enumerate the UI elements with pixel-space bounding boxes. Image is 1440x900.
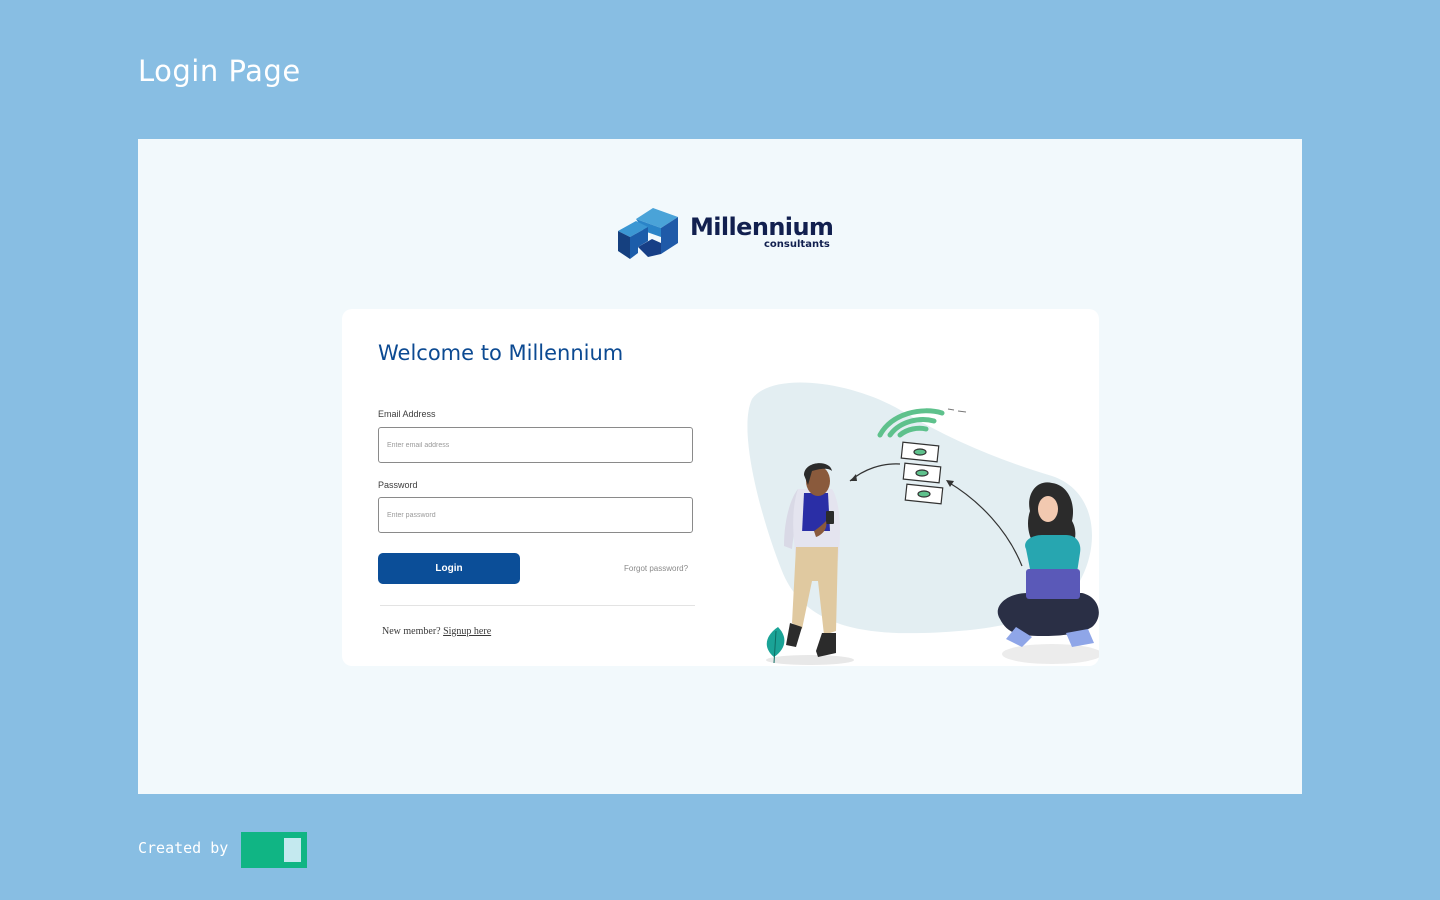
divider: [380, 605, 695, 606]
login-card: Welcome to Millennium Email Address Pass…: [342, 309, 1099, 666]
password-field[interactable]: [378, 497, 693, 533]
brand-mark-bar: [284, 838, 301, 862]
login-button[interactable]: Login: [378, 553, 520, 584]
brand-mark-icon: [241, 832, 307, 868]
forgot-password-link[interactable]: Forgot password?: [624, 564, 688, 573]
logo: Millennium consultants: [616, 207, 836, 263]
signup-row: New member? Signup here: [382, 626, 491, 637]
design-canvas: Millennium consultants Welcome to Millen…: [138, 139, 1302, 794]
page-heading: Login Page: [138, 54, 301, 88]
card-title: Welcome to Millennium: [378, 341, 624, 365]
logo-name: Millennium: [690, 213, 834, 241]
password-label: Password: [378, 480, 418, 490]
logo-subtitle: consultants: [764, 239, 830, 250]
millennium-logo-icon: [618, 208, 678, 259]
email-field[interactable]: [378, 427, 693, 463]
people-money-transfer-illustration: [747, 382, 1099, 665]
signup-prompt: New member?: [382, 626, 441, 637]
signup-link[interactable]: Signup here: [443, 626, 491, 637]
email-label: Email Address: [378, 409, 436, 419]
credit-text: Created by: [138, 839, 229, 857]
